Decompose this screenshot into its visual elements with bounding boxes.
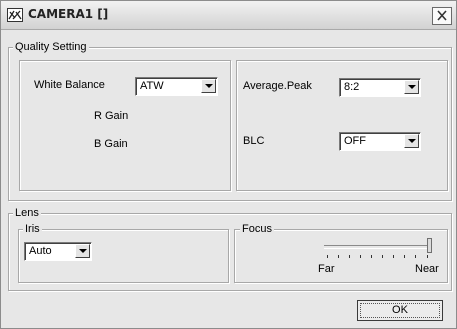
chevron-down-icon[interactable] — [404, 134, 419, 148]
white-balance-label: White Balance — [34, 79, 105, 91]
average-peak-label: Average.Peak — [243, 80, 312, 92]
blc-value: OFF — [344, 135, 366, 147]
ok-button[interactable]: OK — [357, 300, 443, 321]
b-gain-label: B Gain — [94, 138, 128, 150]
close-icon — [437, 10, 447, 21]
focus-near-label: Near — [415, 263, 439, 275]
r-gain-label: R Gain — [94, 110, 129, 122]
quality-setting-legend: Quality Setting — [13, 41, 89, 53]
average-peak-select[interactable]: 8:2 — [339, 78, 421, 97]
ok-button-label: OK — [360, 303, 440, 318]
title-bar[interactable]: CAMERA1 [] — [1, 1, 456, 30]
chevron-down-icon[interactable] — [404, 80, 419, 94]
close-button[interactable] — [432, 7, 452, 25]
focus-slider-track[interactable] — [324, 245, 430, 249]
white-balance-value: ATW — [140, 80, 164, 92]
average-peak-value: 8:2 — [344, 81, 360, 93]
focus-legend: Focus — [240, 223, 274, 235]
focus-slider-ticks — [327, 255, 428, 258]
lens-legend: Lens — [13, 207, 41, 219]
focus-far-label: Far — [318, 263, 335, 275]
iris-value: Auto — [29, 245, 52, 257]
chevron-down-icon[interactable] — [75, 244, 90, 258]
chevron-down-icon[interactable] — [201, 79, 216, 93]
focus-slider-thumb[interactable] — [427, 238, 432, 253]
blc-select[interactable]: OFF — [339, 132, 421, 151]
iris-select[interactable]: Auto — [24, 242, 92, 261]
iris-legend: Iris — [23, 223, 42, 235]
window-title: CAMERA1 [] — [28, 7, 109, 21]
camera-settings-icon — [7, 8, 23, 22]
camera-settings-dialog: CAMERA1 [] Quality Setting White Balance… — [0, 0, 457, 329]
blc-label: BLC — [243, 135, 265, 147]
white-balance-select[interactable]: ATW — [135, 77, 218, 96]
